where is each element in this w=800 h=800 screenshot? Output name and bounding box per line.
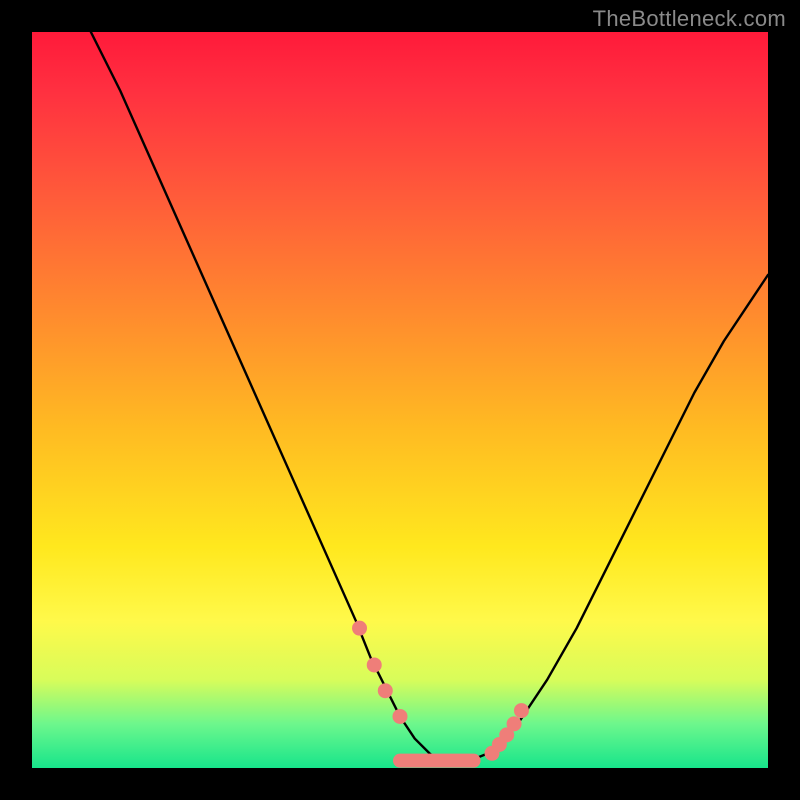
plot-area	[32, 32, 768, 768]
curve-marker	[367, 657, 382, 672]
curve-marker	[378, 683, 393, 698]
curve-marker	[514, 703, 529, 718]
watermark-text: TheBottleneck.com	[593, 6, 786, 32]
curve-marker	[393, 709, 408, 724]
curve-markers	[352, 621, 529, 761]
curve-marker	[352, 621, 367, 636]
chart-frame: TheBottleneck.com	[0, 0, 800, 800]
curve-marker	[507, 716, 522, 731]
bottleneck-curve-svg	[32, 32, 768, 768]
bottleneck-curve	[91, 32, 768, 761]
